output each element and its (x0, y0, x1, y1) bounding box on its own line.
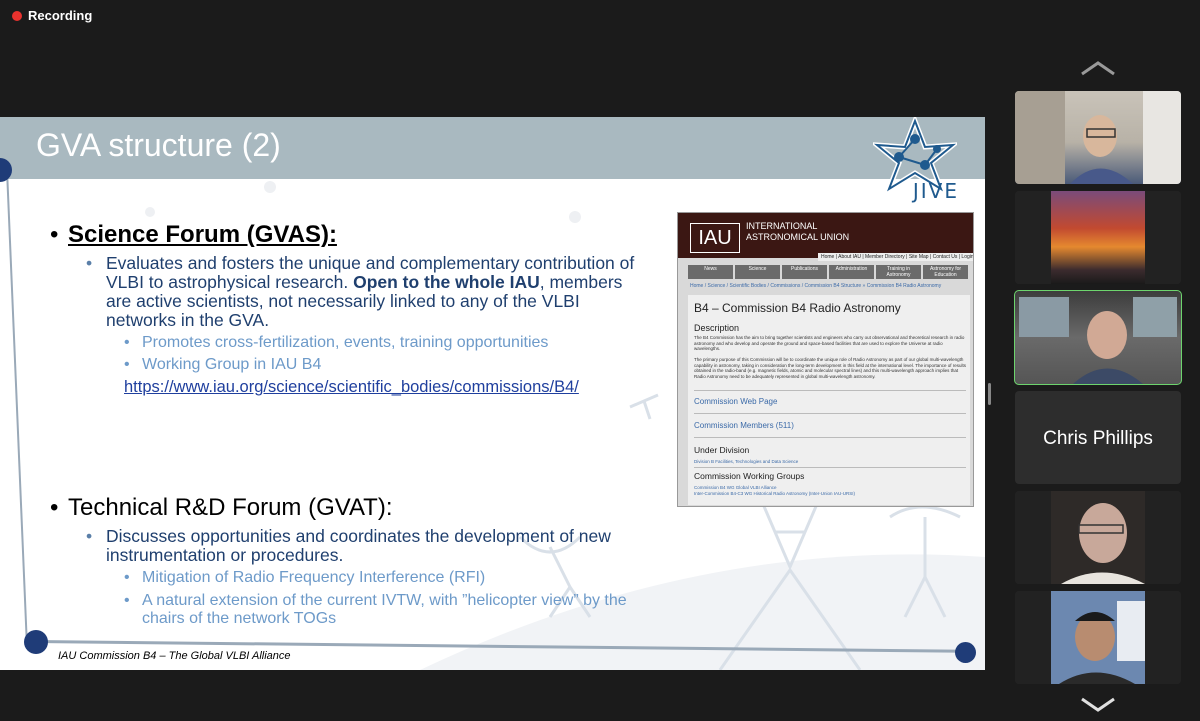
iau-divider (694, 390, 966, 391)
scroll-down-chevron-icon[interactable] (1080, 697, 1116, 713)
iau-webpage-screenshot: IAU INTERNATIONAL ASTRONOMICAL UNION Hom… (677, 212, 974, 507)
iau-division-value: Division B Facilities, Technologies and … (694, 459, 799, 464)
iau-nav-item: Science (735, 265, 780, 279)
iau-commission-link[interactable]: https://www.iau.org/science/scientific_b… (124, 378, 579, 397)
iau-org-name: INTERNATIONAL ASTRONOMICAL UNION (746, 221, 850, 242)
sunset-background (1051, 191, 1145, 284)
section2-heading: Technical R&D Forum (GVAT): (68, 494, 393, 521)
section1-item-text: Promotes cross-fertilization, events, tr… (142, 334, 549, 351)
section1-heading: Science Forum (GVAS): (68, 221, 337, 248)
iau-top-links: Home | About IAU | Member Directory | Si… (818, 253, 973, 261)
iau-content-card: B4 – Commission B4 Radio Astronomy Descr… (688, 295, 970, 505)
iau-header: IAU INTERNATIONAL ASTRONOMICAL UNION (678, 213, 973, 258)
participant-name: Chris Phillips (1043, 428, 1153, 449)
iau-web-page-link: Commission Web Page (694, 397, 778, 406)
iau-wg-item: Commission B4 WG Global VLBI Alliance (694, 485, 777, 490)
frame-dot-bottom-left (24, 630, 48, 654)
iau-divider (694, 467, 966, 468)
participant-video-tile[interactable] (1015, 191, 1181, 284)
panel-resize-handle[interactable] (988, 383, 991, 405)
frame-dot-bottom-right (955, 642, 976, 663)
iau-description-label: Description (694, 323, 740, 333)
iau-divider (694, 413, 966, 414)
slide-footer: IAU Commission B4 – The Global VLBI Alli… (58, 650, 291, 662)
person-silhouette-icon (1019, 297, 1177, 384)
iau-nav-item: News (688, 265, 733, 279)
iau-nav-item: Astronomy for Education (923, 265, 968, 279)
iau-paragraph: The primary purpose of this Commission w… (694, 357, 966, 379)
iau-logo-mark: IAU (690, 223, 740, 253)
participant-name-tile[interactable]: Chris Phillips (1015, 391, 1181, 484)
iau-nav: News Science Publications Administration… (688, 265, 968, 279)
iau-wg-label: Commission Working Groups (694, 471, 805, 481)
iau-members-link: Commission Members (511) (694, 421, 794, 430)
participant-video-tile[interactable] (1015, 91, 1181, 184)
participant-video-tile[interactable] (1015, 591, 1181, 684)
person-silhouette-icon (1015, 91, 1181, 184)
participant-video-tile[interactable] (1015, 491, 1181, 584)
iau-paragraph: The B4 Commission has the aim to bring t… (694, 335, 965, 351)
iau-division-label: Under Division (694, 445, 750, 455)
section1-item-text: Working Group in IAU B4 (142, 356, 322, 373)
section1-text-bold: Open to the whole IAU (353, 272, 540, 292)
section2-item-text: A natural extension of the current IVTW,… (142, 592, 627, 627)
iau-nav-item: Publications (782, 265, 827, 279)
scroll-up-chevron-icon[interactable] (1080, 60, 1116, 76)
iau-nav-item: Administration (829, 265, 874, 279)
recording-label: Recording (28, 8, 93, 23)
iau-divider (694, 437, 966, 438)
person-silhouette-icon (1051, 491, 1145, 584)
section1-description: • Evaluates and fosters the unique and c… (86, 253, 635, 330)
section2-description: • Discusses opportunities and coordinate… (86, 527, 646, 567)
iau-breadcrumb: Home / Science / Scientific Bodies / Com… (690, 283, 942, 289)
person-silhouette-icon (1051, 591, 1145, 684)
meeting-window: Recording GVA structure (2) JIVE • Scien… (0, 0, 1200, 721)
iau-wg-item: Inter-Commission B4-C3 WG Historical Rad… (694, 491, 856, 496)
iau-nav-item: Training in Astronomy (876, 265, 921, 279)
participant-video-tile-active-speaker[interactable] (1014, 290, 1182, 385)
recording-dot-icon (12, 10, 22, 21)
iau-page-heading: B4 – Commission B4 Radio Astronomy (694, 301, 901, 315)
section2-item-text: Mitigation of Radio Frequency Interferen… (142, 569, 486, 586)
shared-screen-slide: GVA structure (2) JIVE • Science Forum (… (0, 117, 985, 670)
recording-indicator[interactable]: Recording (12, 8, 92, 23)
section2-text: Discusses opportunities and coordinates … (106, 526, 611, 565)
